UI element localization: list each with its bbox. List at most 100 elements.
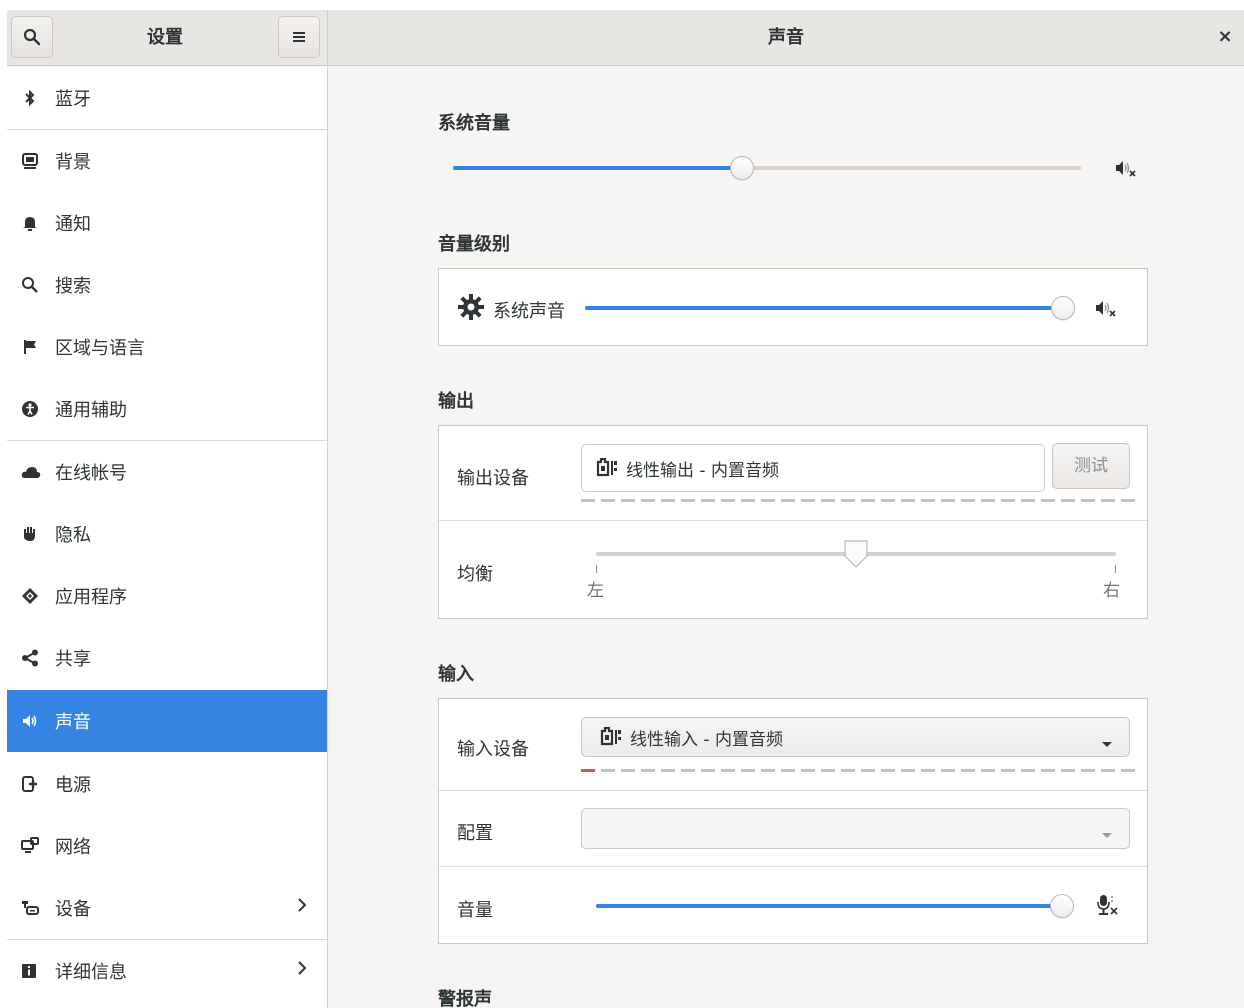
bell-icon [7, 214, 55, 232]
sidebar-item-label: 详细信息 [55, 962, 127, 983]
input-frame: 输入设备 线性输入 - 内置音频 配置 音量 [438, 698, 1148, 944]
output-title: 输出 [438, 391, 474, 412]
speaker-icon [7, 712, 55, 730]
chevron-down-icon [1101, 734, 1113, 754]
chevron-down-icon [1101, 825, 1113, 845]
chevron-right-icon [297, 897, 307, 918]
devices-icon [7, 899, 55, 917]
sidebar-item-online-accounts[interactable]: 在线帐号 [7, 441, 327, 503]
speaker-muted-icon[interactable] [1115, 159, 1137, 182]
search-button[interactable] [11, 16, 53, 58]
sidebar: 蓝牙 背景 通知 搜索 区域与语言 通用辅助 在线帐号 隐私 应用程序 共享 声… [7, 67, 328, 1008]
sidebar-item-label: 网络 [55, 837, 91, 858]
input-volume-knob[interactable] [1050, 894, 1074, 918]
system-volume-slider[interactable] [453, 156, 1081, 180]
system-sounds-knob[interactable] [1051, 296, 1075, 320]
volume-levels-title: 音量级别 [438, 234, 510, 255]
sidebar-item-label: 隐私 [55, 525, 91, 546]
input-level-meter [581, 769, 1135, 772]
system-volume-knob[interactable] [729, 156, 754, 180]
test-button[interactable]: 测试 [1052, 443, 1130, 489]
sidebar-item-notifications[interactable]: 通知 [7, 192, 327, 254]
sidebar-item-label: 通知 [55, 214, 91, 235]
settings-window: 设置 声音 × 蓝牙 背景 通知 搜索 区域与语言 通用辅助 在线帐号 隐私 应… [7, 10, 1244, 1008]
system-volume-title: 系统音量 [438, 113, 510, 134]
menu-button[interactable] [278, 16, 320, 58]
bluetooth-icon [7, 89, 55, 107]
row-separator [439, 520, 1147, 521]
sidebar-item-details[interactable]: 详细信息 [7, 940, 327, 1002]
speaker-muted-icon[interactable] [1095, 299, 1117, 322]
balance-knob[interactable] [843, 539, 869, 569]
sidebar-item-search[interactable]: 搜索 [7, 254, 327, 316]
search-icon [23, 28, 41, 46]
sidebar-item-label: 区域与语言 [55, 338, 145, 359]
sound-panel: 系统音量 音量级别 系统声音 输出 输出设备 线性输出 - 内置音频 测试 均衡… [328, 67, 1244, 1008]
sidebar-item-applications[interactable]: 应用程序 [7, 565, 327, 627]
header-bar: 设置 声音 × [7, 10, 1244, 66]
network-icon [7, 837, 55, 855]
input-volume-slider[interactable] [596, 894, 1074, 918]
sidebar-item-label: 搜索 [55, 276, 91, 297]
sidebar-item-label: 蓝牙 [55, 89, 91, 110]
balance-left-tick [596, 565, 597, 573]
sidebar-item-accessibility[interactable]: 通用辅助 [7, 378, 327, 440]
header-left: 设置 [7, 10, 328, 66]
config-combo[interactable] [581, 808, 1130, 849]
sidebar-item-label: 应用程序 [55, 587, 127, 608]
output-device-combo[interactable]: 线性输出 - 内置音频 [581, 444, 1045, 492]
chevron-right-icon [297, 960, 307, 981]
sidebar-item-network[interactable]: 网络 [7, 815, 327, 877]
sidebar-item-region-language[interactable]: 区域与语言 [7, 316, 327, 378]
sidebar-item-label: 在线帐号 [55, 463, 127, 484]
sidebar-item-sound[interactable]: 声音 [7, 690, 327, 752]
info-icon [7, 963, 55, 979]
hamburger-icon [293, 32, 305, 42]
balance-left-label: 左 [587, 581, 604, 601]
sidebar-item-devices[interactable]: 设备 [7, 877, 327, 939]
sidebar-item-bluetooth[interactable]: 蓝牙 [7, 67, 327, 129]
sidebar-item-sharing[interactable]: 共享 [7, 627, 327, 689]
sidebar-item-privacy[interactable]: 隐私 [7, 503, 327, 565]
sidebar-item-label: 背景 [55, 152, 91, 173]
volume-levels-frame: 系统声音 [438, 268, 1148, 346]
output-device-value: 线性输出 - 内置音频 [626, 460, 779, 481]
cloud-icon [7, 464, 55, 480]
gear-icon [457, 293, 485, 326]
sidebar-item-label: 设备 [55, 899, 91, 920]
input-device-combo[interactable]: 线性输入 - 内置音频 [581, 717, 1130, 757]
sidebar-item-background[interactable]: 背景 [7, 130, 327, 192]
input-volume-label: 音量 [457, 900, 493, 921]
flag-icon [7, 338, 55, 356]
system-sounds-label: 系统声音 [493, 301, 565, 322]
input-device-label: 输入设备 [457, 739, 529, 760]
balance-slider[interactable] [596, 540, 1116, 568]
sidebar-item-label: 电源 [55, 775, 91, 796]
config-label: 配置 [457, 823, 493, 844]
hand-icon [7, 525, 55, 543]
power-icon [7, 775, 55, 793]
sidebar-item-label: 共享 [55, 649, 91, 670]
microphone-muted-icon[interactable] [1097, 894, 1119, 921]
row-separator [439, 790, 1147, 791]
sidebar-item-label: 声音 [55, 712, 91, 733]
search-icon [7, 276, 55, 294]
row-separator [439, 866, 1147, 867]
sidebar-item-label: 通用辅助 [55, 400, 127, 421]
balance-right-tick [1115, 565, 1116, 573]
close-button[interactable]: × [1210, 22, 1240, 52]
input-device-value: 线性输入 - 内置音频 [630, 729, 783, 750]
settings-title: 设置 [147, 27, 183, 48]
input-title: 输入 [438, 664, 474, 685]
share-icon [7, 649, 55, 667]
input-volume-fill [596, 904, 1062, 908]
apps-icon [7, 587, 55, 605]
system-sounds-fill [585, 306, 1063, 310]
output-level-meter [581, 499, 1135, 502]
system-sounds-slider[interactable] [585, 296, 1075, 320]
audio-card-icon [600, 727, 622, 747]
balance-right-label: 右 [1103, 581, 1120, 601]
system-volume-fill [453, 166, 742, 170]
alert-sound-title: 警报声 [438, 989, 492, 1008]
sidebar-item-power[interactable]: 电源 [7, 753, 327, 815]
